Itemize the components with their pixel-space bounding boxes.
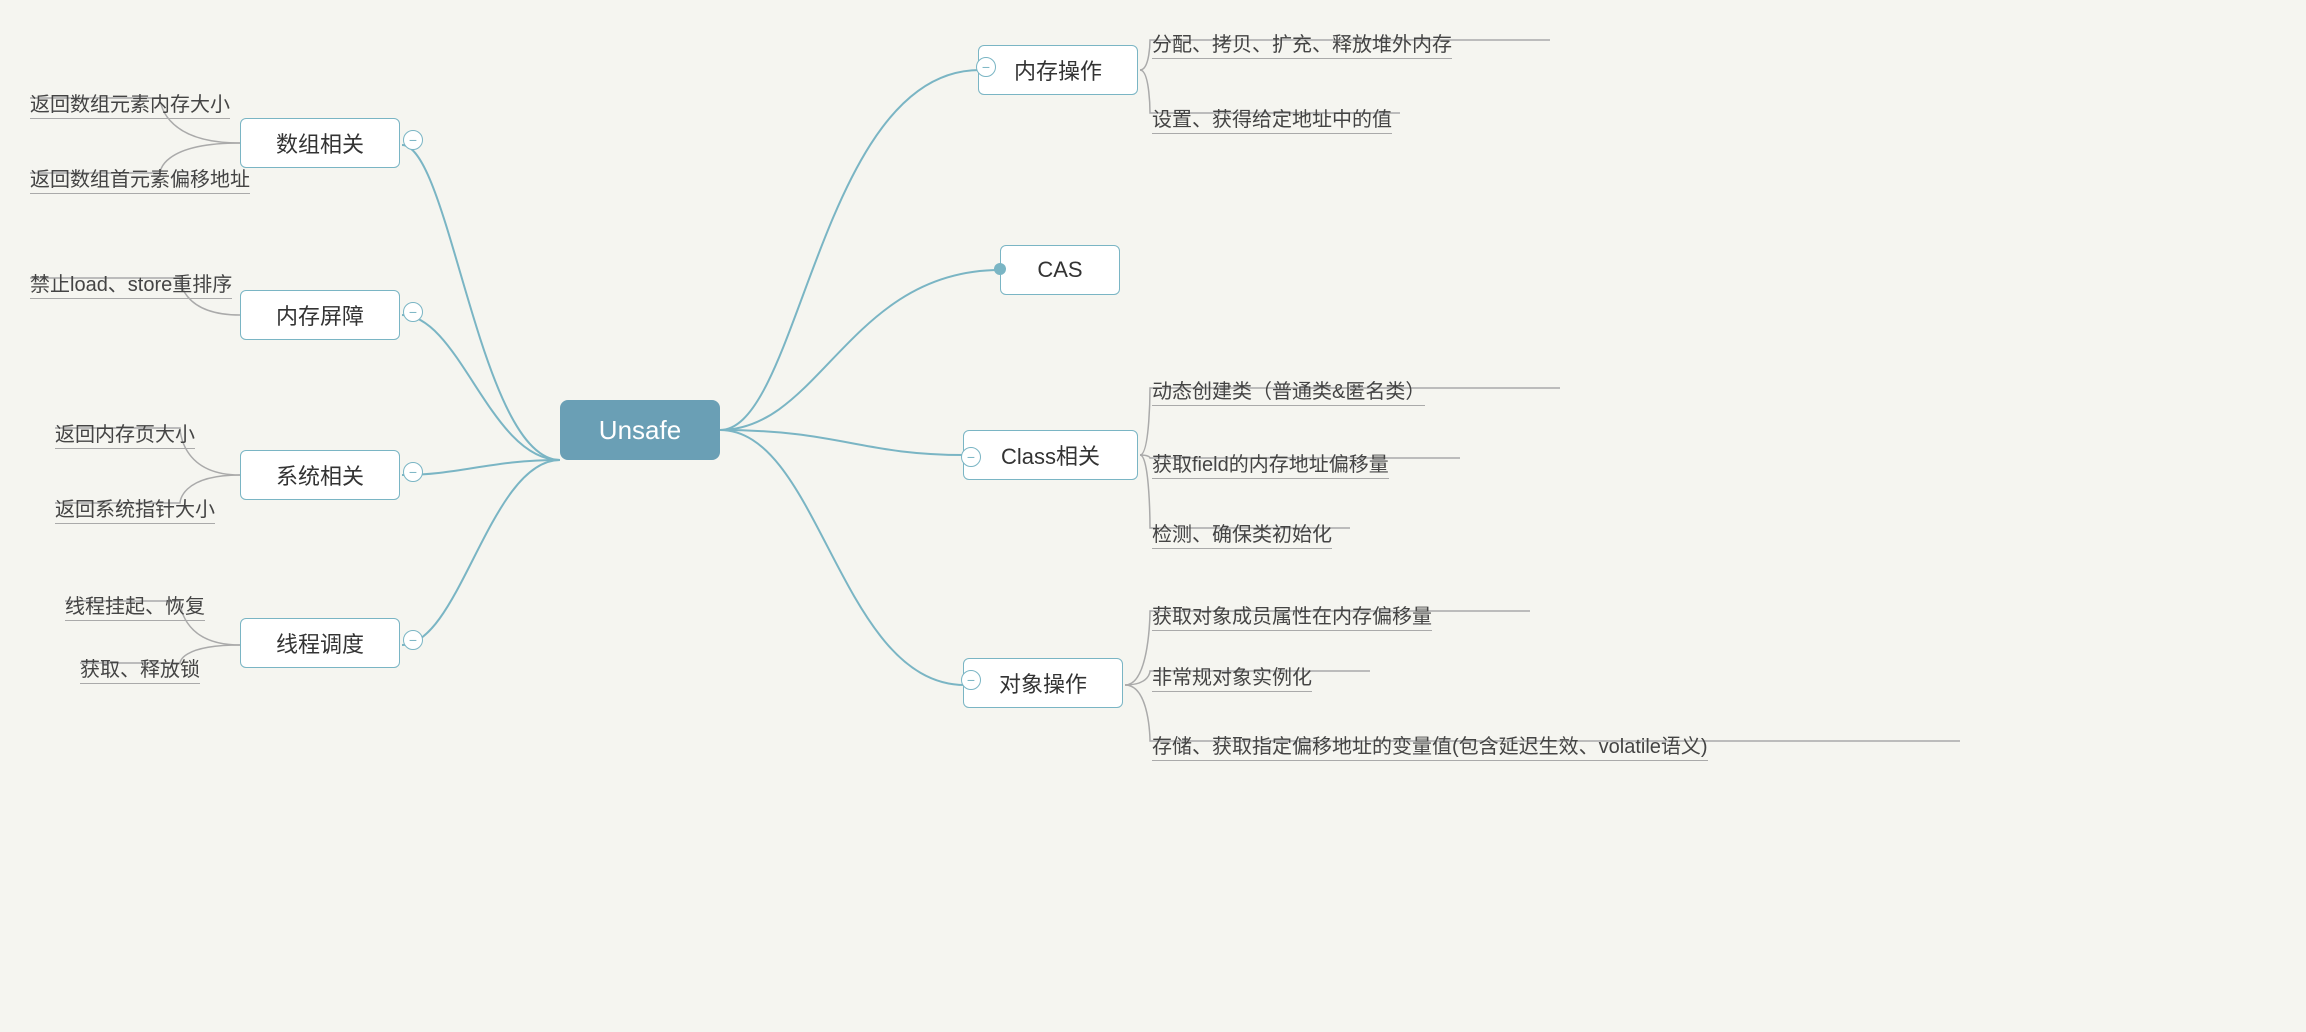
object-leaf-3: 存储、获取指定偏移地址的变量值(包含延迟生效、volatile语义) [1152,730,1708,759]
system-label: 系统相关 [276,459,364,491]
thread-node: 线程调度 [240,618,400,668]
object-leaf-1: 获取对象成员属性在内存偏移量 [1152,600,1432,629]
memory-node: 内存操作 [978,45,1138,95]
class-minus[interactable]: − [961,447,981,467]
array-node: 数组相关 [240,118,400,168]
system-leaf-2: 返回系统指针大小 [55,493,215,522]
system-leaf-1: 返回内存页大小 [55,418,195,447]
cas-label: CAS [1037,257,1082,283]
array-leaf-2: 返回数组首元素偏移地址 [30,163,250,192]
memory-label: 内存操作 [1014,54,1102,86]
thread-label: 线程调度 [276,627,364,659]
barrier-node: 内存屏障 [240,290,400,340]
object-node: 对象操作 [963,658,1123,708]
thread-leaf-2: 获取、释放锁 [80,653,200,682]
system-node: 系统相关 [240,450,400,500]
class-leaf-2: 获取field的内存地址偏移量 [1152,448,1389,477]
object-leaf-2: 非常规对象实例化 [1152,661,1312,690]
system-minus[interactable]: − [403,462,423,482]
array-leaf-1: 返回数组元素内存大小 [30,88,230,117]
cas-dot [994,263,1006,275]
memory-leaf-2: 设置、获得给定地址中的值 [1152,103,1392,132]
object-minus[interactable]: − [961,670,981,690]
class-label: Class相关 [1001,439,1100,471]
barrier-label: 内存屏障 [276,299,364,331]
class-leaf-1: 动态创建类（普通类&匿名类） [1152,375,1425,404]
thread-leaf-1: 线程挂起、恢复 [65,590,205,619]
center-label: Unsafe [599,415,681,446]
object-label: 对象操作 [999,667,1087,699]
array-label: 数组相关 [276,127,364,159]
cas-node: CAS [1000,245,1120,295]
barrier-minus[interactable]: − [403,302,423,322]
class-node: Class相关 [963,430,1138,480]
class-leaf-3: 检测、确保类初始化 [1152,518,1332,547]
barrier-leaf-1: 禁止load、store重排序 [30,268,232,297]
thread-minus[interactable]: − [403,630,423,650]
memory-leaf-1: 分配、拷贝、扩充、释放堆外内存 [1152,28,1452,57]
array-minus[interactable]: − [403,130,423,150]
memory-minus[interactable]: − [976,57,996,77]
center-node: Unsafe [560,400,720,460]
